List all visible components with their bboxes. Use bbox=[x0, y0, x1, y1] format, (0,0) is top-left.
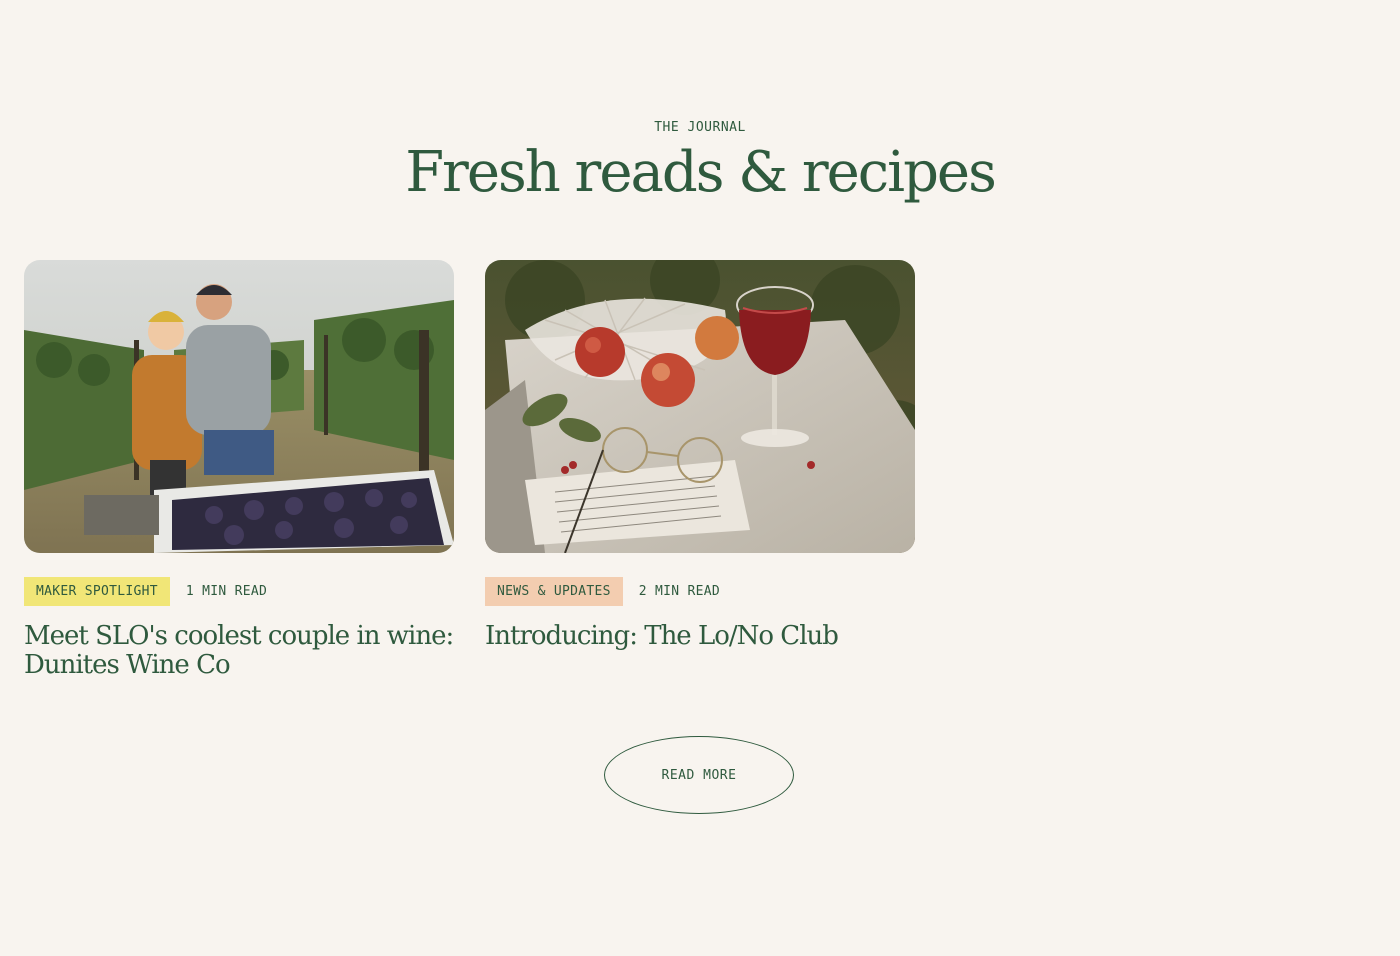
article-image[interactable] bbox=[485, 260, 915, 553]
journal-eyebrow: THE JOURNAL bbox=[654, 120, 746, 135]
article-title[interactable]: Meet SLO's coolest couple in wine: Dunit… bbox=[24, 622, 454, 680]
read-time: 2 MIN READ bbox=[638, 584, 721, 599]
article-image[interactable] bbox=[24, 260, 454, 553]
category-tag[interactable]: MAKER SPOTLIGHT bbox=[24, 577, 170, 606]
article-title[interactable]: Introducing: The Lo/No Club bbox=[485, 622, 915, 651]
read-more-button[interactable]: READ MORE bbox=[604, 736, 794, 814]
article-meta: MAKER SPOTLIGHT 1 MIN READ bbox=[24, 577, 454, 606]
category-tag[interactable]: NEWS & UPDATES bbox=[485, 577, 623, 606]
section-title: Fresh reads & recipes bbox=[405, 140, 997, 205]
article-card[interactable]: MAKER SPOTLIGHT 1 MIN READ Meet SLO's co… bbox=[24, 260, 454, 680]
article-card[interactable]: NEWS & UPDATES 2 MIN READ Introducing: T… bbox=[485, 260, 915, 651]
article-meta: NEWS & UPDATES 2 MIN READ bbox=[485, 577, 915, 606]
read-time: 1 MIN READ bbox=[185, 584, 268, 599]
